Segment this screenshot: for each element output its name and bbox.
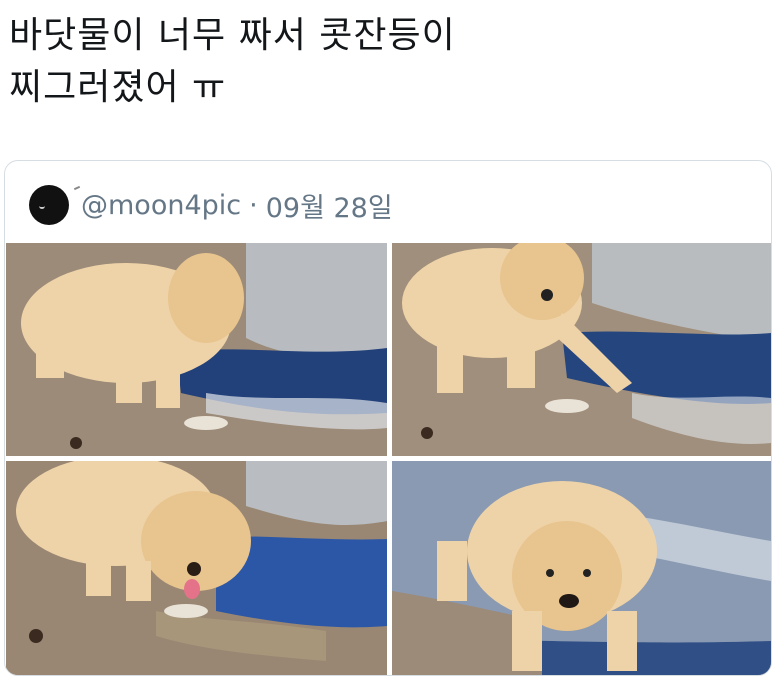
quoted-tweet-card[interactable]: @moon4pic · 09월 28일 [4, 160, 772, 676]
tweet-date[interactable]: 09월 28일 [266, 186, 393, 225]
puppy-photo-3[interactable] [6, 461, 387, 675]
puppy-photo-4[interactable] [392, 461, 771, 675]
photo-grid [6, 243, 771, 675]
tweet-text-line-1: 바닷물이 너무 짜서 콧잔등이 [9, 15, 456, 56]
quoted-tweet-header: @moon4pic · 09월 28일 [29, 183, 393, 227]
puppy-photo-1[interactable] [6, 243, 387, 456]
tweet-text-line-2: 찌그러졌어 ㅠ [9, 67, 227, 108]
avatar[interactable] [29, 185, 81, 225]
moon-icon [39, 203, 45, 209]
puppy-photo-2[interactable] [392, 243, 771, 456]
separator-dot: · [249, 189, 258, 221]
user-handle[interactable]: @moon4pic [81, 190, 241, 221]
tweet-text: 바닷물이 너무 짜서 콧잔등이 찌그러졌어 ㅠ [9, 10, 769, 114]
